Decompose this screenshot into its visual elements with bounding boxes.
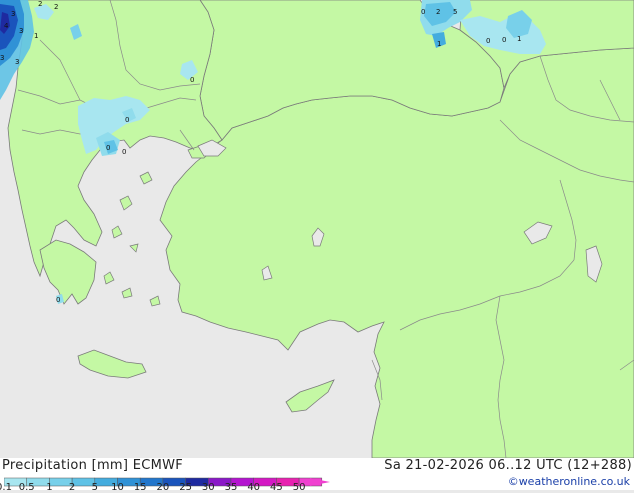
precip-label: 2 <box>436 8 440 16</box>
precip-label: 0 <box>125 116 129 124</box>
precip-label: 1 <box>517 35 521 43</box>
legend-tick-label: 10 <box>111 482 124 493</box>
valid-time: Sa 21-02-2026 06..12 UTC (12+288) <box>384 458 632 473</box>
precip-label: 1 <box>437 40 441 48</box>
precip-label: 2 <box>38 0 42 8</box>
precip-label: 0 <box>122 148 126 156</box>
precip-label: 3 <box>15 58 19 66</box>
legend-tick-label: 25 <box>179 482 192 493</box>
precip-label: 2 <box>54 3 58 11</box>
precip-label: 3 <box>0 54 4 62</box>
precip-label: 0 <box>190 76 194 84</box>
map-area: 2 2 4 3 1 3 3 5 0 2 3 0 0 1 1 0 0 0 0 0 <box>0 0 634 459</box>
precip-label: 3 <box>19 27 23 35</box>
precip-label: 0 <box>56 296 60 304</box>
precip-label: 0 <box>502 36 506 44</box>
precip-label: 3 <box>11 10 15 18</box>
legend-tick-label: 40 <box>247 482 261 493</box>
precip-label: 0 <box>421 8 425 16</box>
legend-tick-label: 2 <box>68 482 76 493</box>
legend-tick-label: 35 <box>224 482 238 493</box>
map-title: Precipitation [mm] ECMWF <box>2 458 184 473</box>
precip-label: 1 <box>34 32 38 40</box>
legend-tick-label: 20 <box>156 482 170 493</box>
legend-tick-label: 5 <box>91 482 98 493</box>
legend-tick-label: 1 <box>46 482 53 493</box>
legend-tick-label: 30 <box>201 482 215 493</box>
precip-label: 0 <box>106 144 110 152</box>
credit-link[interactable]: ©weatheronline.co.uk <box>508 475 630 488</box>
precip-label: 5 <box>453 8 457 16</box>
precip-label: 4 <box>4 22 9 30</box>
legend-tick-label: 50 <box>292 482 306 493</box>
footer: Precipitation [mm] ECMWF Sa 21-02-2026 0… <box>0 458 634 493</box>
legend-tick-label: 0.5 <box>18 482 35 493</box>
legend-tick-label: 15 <box>133 482 147 493</box>
map-svg: 2 2 4 3 1 3 3 5 0 2 3 0 0 1 1 0 0 0 0 0 <box>0 0 634 459</box>
legend-tick-label: 0.1 <box>0 482 12 493</box>
legend-tick-label: 45 <box>270 482 283 493</box>
precip-label: 0 <box>486 37 490 45</box>
